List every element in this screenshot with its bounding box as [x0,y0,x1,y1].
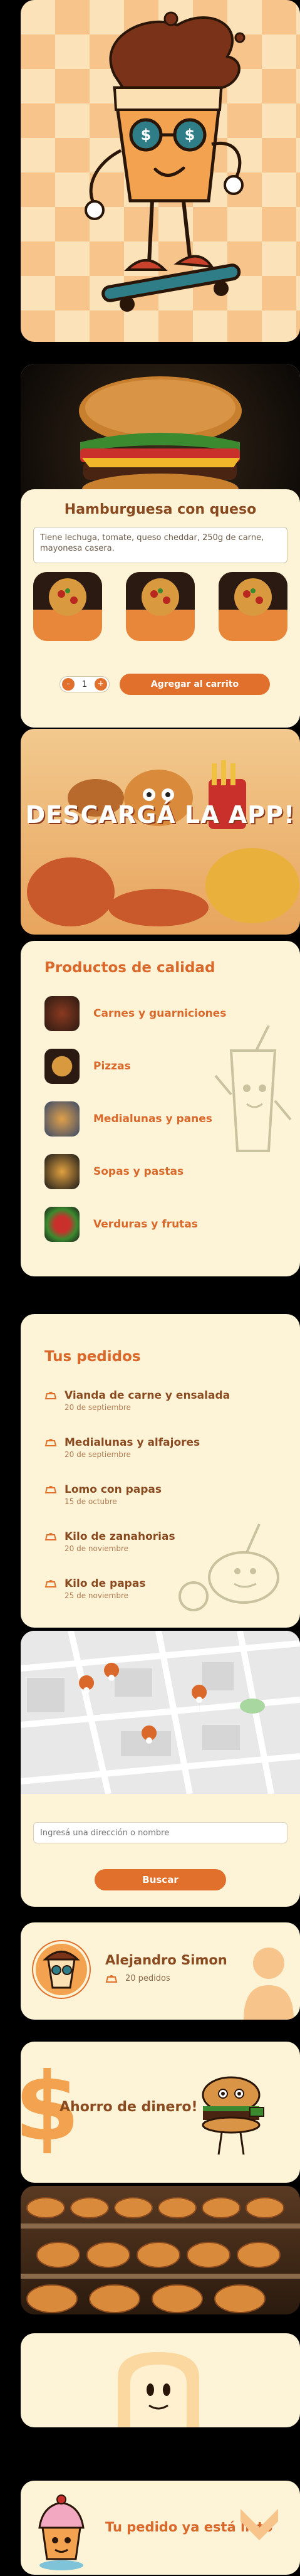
food-characters-illustration [27,760,299,926]
meat-thumbnail [44,996,80,1031]
pizza-thumbnail-3[interactable] [219,572,287,641]
order-date: 20 de septiembre [65,1403,131,1412]
order-date: 15 de octubre [65,1497,117,1506]
savings-card: $ Ahorro de dinero! [21,2042,300,2183]
list-item-label: Sopas y pastas [93,1165,184,1178]
quantity-stepper: - 1 + [59,676,110,692]
bag-icon [44,1392,57,1399]
vegetables-thumbnail [44,1207,80,1242]
list-item-label: Pizzas [93,1060,131,1073]
pizza-icon [219,572,287,616]
pizza-thumbnail-1[interactable] [33,572,102,641]
soda-cup-mascot-illustration [214,1026,292,1152]
ice-cream-mascot-icon [43,1951,80,1989]
product-description-box: Tiene lechuga, tomate, queso cheddar, 25… [33,527,287,563]
order-item[interactable]: Kilo de zanahorias 20 de noviembre [44,1530,175,1553]
list-item[interactable]: Sopas y pastas [44,1154,184,1189]
burger-hero-image [21,364,300,508]
order-item[interactable]: Lomo con papas 15 de octubre [44,1483,162,1506]
croissants-illustration [21,2197,300,2313]
products-section-title: Productos de calidad [44,960,215,976]
order-item[interactable]: Kilo de papas 25 de noviembre [44,1577,145,1600]
bag-icon [44,1533,57,1540]
address-search-input[interactable] [33,1822,287,1843]
order-title: Medialunas y alfajores [65,1436,200,1449]
product-card: Hamburguesa con queso Tiene lechuga, tom… [21,364,300,728]
orders-section-title: Tus pedidos [44,1349,141,1365]
burger-illustration [79,376,242,505]
svg-text:$: $ [141,126,152,144]
profile-name: Alejandro Simon [105,1953,227,1968]
search-button[interactable]: Buscar [95,1869,226,1890]
mascot-card: $ $ [21,0,300,342]
bakery-photo [21,2186,300,2314]
food-mascots-illustration [178,1524,279,1611]
order-date: 20 de noviembre [65,1544,129,1553]
download-app-title: DESCARGÁ LA APP! [25,801,296,829]
ice-cream-skater-illustration: $ $ [85,11,246,312]
avatar[interactable] [33,1941,90,1998]
list-item-label: Verduras y frutas [93,1218,198,1231]
list-item[interactable]: Verduras y frutas [44,1207,198,1242]
download-app-banner: DESCARGÁ LA APP! [21,729,300,935]
order-title: Vianda de carne y ensalada [65,1389,230,1402]
list-item-label: Carnes y guarniciones [93,1007,227,1020]
pizza-thumbnail [44,1049,80,1084]
product-title: Hamburguesa con queso [64,502,257,517]
bag-icon [44,1486,57,1493]
pizza-thumbnail-2[interactable] [126,572,195,641]
list-item[interactable]: Pizzas [44,1049,131,1084]
svg-text:$: $ [185,126,195,144]
order-date: 20 de septiembre [65,1450,131,1459]
list-item[interactable]: Carnes y guarniciones [44,996,226,1031]
user-silhouette-icon [244,1948,294,2020]
order-item[interactable]: Vianda de carne y ensalada 20 de septiem… [44,1389,230,1412]
products-card: Productos de calidad Carnes y guarnicion… [21,941,300,1276]
toaster-card [21,2333,300,2427]
bag-icon [44,1439,57,1446]
toast-mascot-illustration [118,2352,199,2427]
increase-button[interactable]: + [95,678,107,691]
bag-icon [105,1974,118,1983]
soup-thumbnail [44,1154,80,1189]
pizza-icon [126,572,195,616]
croissant-thumbnail [44,1101,80,1137]
order-title: Kilo de papas [65,1577,146,1590]
bag-icon [44,1580,57,1587]
order-date: 25 de noviembre [65,1591,129,1600]
profile-orders-count: 20 pedidos [125,1974,170,1983]
order-title: Kilo de zanahorias [65,1530,175,1543]
burger-mascot-illustration [202,2076,264,2155]
list-item-label: Medialunas y panes [93,1113,212,1125]
savings-title: Ahorro de dinero! [59,2099,198,2115]
order-item[interactable]: Medialunas y alfajores 20 de septiembre [44,1436,200,1459]
product-description: Tiene lechuga, tomate, queso cheddar, 25… [40,533,264,553]
order-ready-card: Tu pedido ya está listo [21,2481,300,2575]
decrease-button[interactable]: - [62,678,75,691]
map-view[interactable] [21,1631,300,1794]
list-item[interactable]: Medialunas y panes [44,1101,212,1137]
cupcake-mascot-illustration [38,2494,85,2570]
profile-card: Alejandro Simon 20 pedidos [21,1922,300,2020]
order-title: Lomo con papas [65,1483,162,1496]
pizza-icon [33,572,102,616]
chevron-down-icon [241,2509,278,2540]
quantity-value[interactable]: 1 [82,680,87,689]
orders-card: Tus pedidos Vianda de carne y ensalada 2… [21,1314,300,1628]
map-card: Buscar [21,1631,300,1907]
add-to-cart-button[interactable]: Agregar al carrito [120,674,270,695]
